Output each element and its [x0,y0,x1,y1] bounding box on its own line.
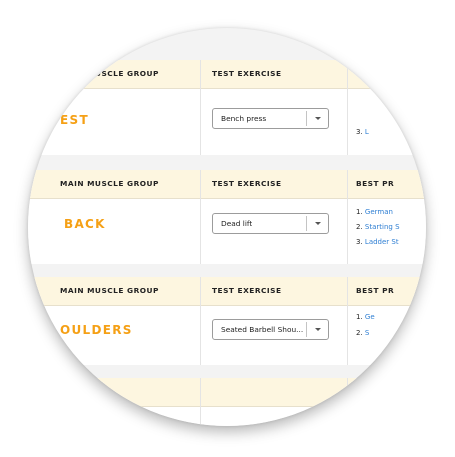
header-best-programs: BEST PR [356,286,395,295]
program-link[interactable]: Starting S [365,223,400,231]
test-exercise-select[interactable]: Bench press [212,108,329,129]
header-main-muscle-group: MAIN MUSCLE GROUP [60,286,159,295]
select-divider [306,111,307,126]
table-header [28,378,426,407]
program-item[interactable]: 1. Ge [356,313,375,321]
select-divider [306,322,307,337]
muscle-row-partial [28,378,426,426]
program-item[interactable]: 3. L [356,128,369,136]
table-header: MAIN MUSCLE GROUP TEST EXERCISE [28,60,426,89]
muscle-group-label: EST [60,113,89,127]
program-link[interactable]: Ladder St [365,238,399,246]
muscle-group-label: BACK [64,217,106,231]
column-divider [200,277,201,365]
column-divider [200,378,201,426]
program-item[interactable]: 2. S [356,329,369,337]
table-header: MAIN MUSCLE GROUP TEST EXERCISE BEST PR [28,277,426,306]
magnifier-view: MAIN MUSCLE GROUP TEST EXERCISE EST Benc… [28,28,426,426]
header-main-muscle-group: MAIN MUSCLE GROUP [60,69,159,78]
chevron-down-icon [315,328,321,331]
column-divider [200,170,201,264]
header-test-exercise: TEST EXERCISE [212,69,282,78]
select-value: Seated Barbell Shou... [221,325,304,334]
select-value: Dead lift [221,219,253,228]
program-link[interactable]: S [365,329,369,337]
program-item[interactable]: 1. German [356,208,393,216]
program-link[interactable]: L [365,128,369,136]
column-divider [347,277,348,365]
muscle-row-back: MAIN MUSCLE GROUP TEST EXERCISE BEST PR … [28,170,426,264]
program-link[interactable]: German [365,208,393,216]
header-test-exercise: TEST EXERCISE [212,179,282,188]
header-test-exercise: TEST EXERCISE [212,286,282,295]
column-divider [347,378,348,426]
table-header: MAIN MUSCLE GROUP TEST EXERCISE BEST PR [28,170,426,199]
program-item[interactable]: 3. Ladder St [356,238,399,246]
test-exercise-select[interactable]: Dead lift [212,213,329,234]
test-exercise-select[interactable]: Seated Barbell Shou... [212,319,329,340]
program-link[interactable]: Ge [365,313,375,321]
select-value: Bench press [221,114,267,123]
muscle-row-shoulders: MAIN MUSCLE GROUP TEST EXERCISE BEST PR … [28,277,426,365]
muscle-row-chest: MAIN MUSCLE GROUP TEST EXERCISE EST Benc… [28,60,426,155]
program-item[interactable]: 2. Starting S [356,223,400,231]
column-divider [200,60,201,155]
chevron-down-icon [315,222,321,225]
select-divider [306,216,307,231]
header-main-muscle-group: MAIN MUSCLE GROUP [60,179,159,188]
muscle-group-label: OULDERS [60,323,133,337]
column-divider [347,60,348,155]
chevron-down-icon [315,117,321,120]
header-best-programs: BEST PR [356,179,395,188]
column-divider [347,170,348,264]
